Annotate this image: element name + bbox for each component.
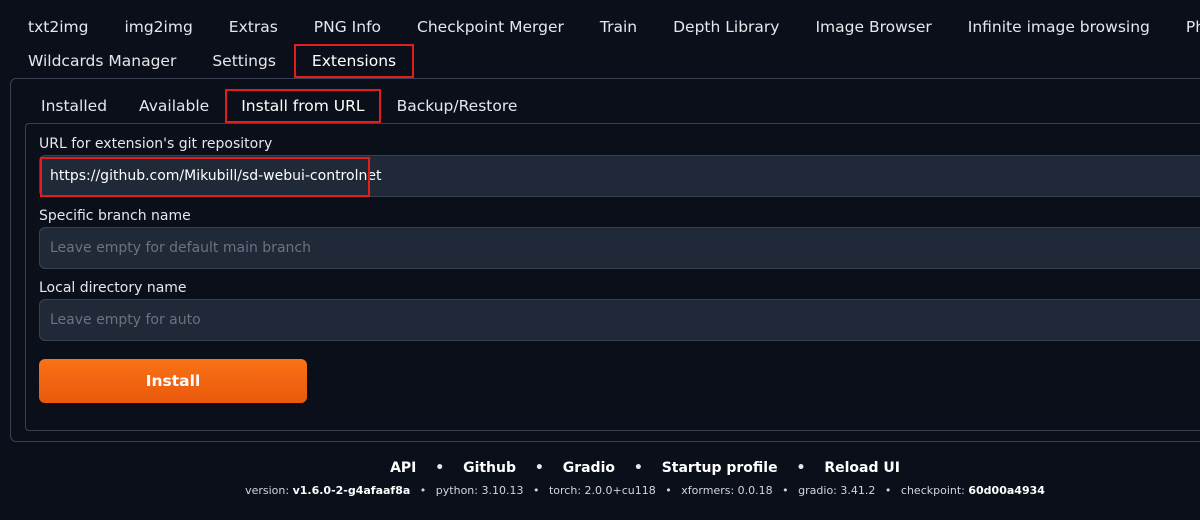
footer-separator: • — [665, 484, 672, 497]
git-url-input[interactable] — [39, 155, 1200, 197]
main-tab-row-1: txt2img img2img Extras PNG Info Checkpoi… — [10, 10, 1200, 44]
footer-separator: • — [633, 460, 643, 476]
main-tab-bar: txt2img img2img Extras PNG Info Checkpoi… — [10, 10, 1200, 78]
gradio-label: gradio: — [798, 484, 837, 497]
tab-installed[interactable]: Installed — [25, 89, 123, 123]
footer-separator: • — [419, 484, 427, 497]
xformers-label: xformers: — [681, 484, 735, 497]
version-value: v1.6.0-2-g4afaaf8a — [292, 484, 411, 497]
branch-name-input[interactable] — [39, 227, 1200, 269]
local-directory-input[interactable] — [39, 299, 1200, 341]
torch-label: torch: — [548, 484, 582, 497]
tab-image-browser[interactable]: Image Browser — [797, 10, 949, 44]
tab-extras[interactable]: Extras — [211, 10, 296, 44]
footer-separator: • — [435, 460, 445, 476]
footer-separator: • — [796, 460, 806, 476]
tab-wildcards-manager[interactable]: Wildcards Manager — [10, 44, 194, 78]
torch-value: 2.0.0+cu118 — [584, 484, 656, 497]
tab-checkpoint-merger[interactable]: Checkpoint Merger — [399, 10, 582, 44]
checkpoint-label: checkpoint: — [900, 484, 965, 497]
tab-infinite-image-browsing[interactable]: Infinite image browsing — [950, 10, 1168, 44]
tab-img2img[interactable]: img2img — [106, 10, 210, 44]
version-label: version: — [245, 484, 290, 497]
directory-field-label: Local directory name — [39, 280, 187, 296]
url-field-label: URL for extension's git repository — [39, 136, 273, 152]
tab-png-info[interactable]: PNG Info — [296, 10, 399, 44]
footer-separator: • — [884, 484, 892, 497]
tab-depth-library[interactable]: Depth Library — [655, 10, 797, 44]
tab-install-from-url[interactable]: Install from URL — [225, 89, 381, 123]
tab-txt2img[interactable]: txt2img — [10, 10, 106, 44]
webui-root: txt2img img2img Extras PNG Info Checkpoi… — [0, 0, 1200, 520]
extensions-sub-tab-bar: Installed Available Install from URL Bac… — [25, 89, 533, 123]
main-tab-row-2: Wildcards Manager Settings Extensions — [10, 44, 1200, 78]
footer-separator: • — [532, 484, 540, 497]
install-from-url-form: URL for extension's git repository Speci… — [25, 123, 1200, 431]
tab-train[interactable]: Train — [582, 10, 655, 44]
footer-link-api[interactable]: API — [390, 460, 416, 476]
footer-separator: • — [782, 484, 789, 497]
tab-extensions[interactable]: Extensions — [293, 44, 415, 78]
footer-link-github[interactable]: Github — [463, 460, 516, 476]
tab-backup-restore[interactable]: Backup/Restore — [381, 89, 534, 123]
install-button[interactable]: Install — [39, 359, 307, 403]
footer-separator: • — [534, 460, 544, 476]
python-label: python: — [435, 484, 478, 497]
footer-version-info: version: v1.6.0-2-g4afaaf8a • python: 3.… — [0, 484, 1200, 497]
branch-field-label: Specific branch name — [39, 208, 191, 224]
footer-link-reload-ui[interactable]: Reload UI — [824, 460, 900, 476]
footer-links: API • Github • Gradio • Startup profile … — [0, 460, 1200, 476]
tab-available[interactable]: Available — [123, 89, 225, 123]
gradio-value: 3.41.2 — [840, 484, 876, 497]
xformers-value: 0.0.18 — [737, 484, 773, 497]
extensions-panel: Installed Available Install from URL Bac… — [10, 78, 1200, 442]
footer-link-gradio[interactable]: Gradio — [563, 460, 615, 476]
checkpoint-value: 60d00a4934 — [968, 484, 1045, 497]
footer-link-startup-profile[interactable]: Startup profile — [662, 460, 778, 476]
python-value: 3.10.13 — [481, 484, 524, 497]
tab-settings[interactable]: Settings — [194, 44, 294, 78]
tab-photopea[interactable]: Photopea — [1168, 10, 1200, 44]
